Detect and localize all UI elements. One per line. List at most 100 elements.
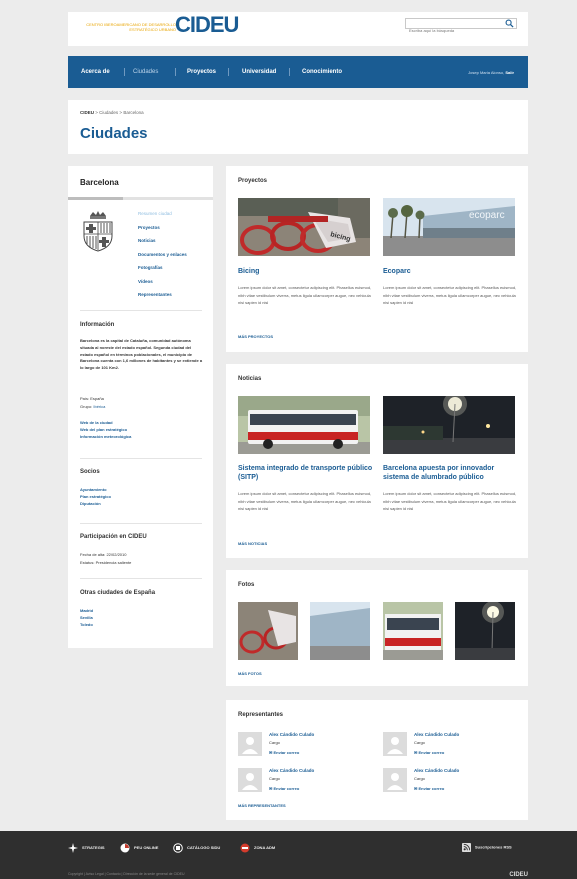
photo-thumb[interactable] [455,602,515,660]
send-email-link[interactable]: ✉ Enviar correo [269,750,299,755]
project-text: Lorem ipsum dolor sit amet, consectetur … [383,285,517,306]
rss-icon [462,843,471,852]
submenu-noticias[interactable]: Noticias [138,238,187,252]
news-text: Lorem ipsum dolor sit amet, consectetur … [383,491,517,512]
representative-name[interactable]: Alex Cándido Culado [414,732,459,737]
site-header: CENTRO IBEROAMERICANO DE DESARROLLO ESTR… [68,12,528,46]
socio-ayuntamiento[interactable]: Ayuntamiento [80,487,111,494]
divider [80,458,202,459]
nav-item-conocimiento[interactable]: Conocimiento [302,69,342,75]
avatar [383,732,407,756]
user-info: Josep Maria Alonso, Salir [468,70,514,75]
footer-link-label: CATÁLOGO SIDU [187,845,221,851]
ecoparc-photo[interactable]: ecoparc [383,198,515,256]
ecoparc-sign: ecoparc [469,210,505,221]
proyectos-section: Proyectos bicing ecoparc Bicing Ecoparc … [226,166,528,352]
catalog-icon [173,843,183,853]
send-email-label: Enviar correo [273,750,300,755]
link-web-plan[interactable]: Web del plan estratégico [80,427,131,434]
more-projects-link[interactable]: MÁS PROYECTOS [238,334,273,339]
submenu-documentos[interactable]: Documentos y enlaces [138,252,187,266]
participacion-heading: Participación en CIDEU [80,534,147,540]
nav-item-proyectos[interactable]: Proyectos [187,69,216,75]
socio-plan[interactable]: Plan estratégico [80,494,111,501]
socio-diputacion[interactable]: Diputación [80,501,111,508]
section-title: Proyectos [238,178,268,184]
breadcrumb-ciudades[interactable]: Ciudades [99,110,118,115]
project-text: Lorem ipsum dolor sit amet, consectetur … [238,285,372,306]
send-email-link[interactable]: ✉ Enviar correo [269,786,299,791]
city-link-toledo[interactable]: Toledo [80,622,93,629]
city-description: Barcelona es la capital de Cataluña, com… [80,338,203,371]
footer-link-strategis[interactable]: STRATEGIS [68,843,105,853]
avatar [383,768,407,792]
nav-divider [124,68,125,76]
rss-link[interactable]: Suscripciones RSS [462,843,512,852]
news-title-alumbrado[interactable]: Barcelona apuesta por innovador sistema … [383,464,518,482]
link-meteo[interactable]: Información meteorológica [80,434,131,441]
footer-link-zona-adm[interactable]: ZONA ADM [240,843,275,853]
submenu-resumen[interactable]: Resumen ciudad [138,211,187,225]
footer-link-catalogo[interactable]: CATÁLOGO SIDU [173,843,220,853]
divider [80,578,202,579]
user-icon [242,737,258,754]
logo[interactable]: CIDEU [175,12,239,38]
send-email-link[interactable]: ✉ Enviar correo [414,750,444,755]
nav-divider [175,68,176,76]
project-title-ecoparc[interactable]: Ecoparc [383,267,518,276]
city-link-madrid[interactable]: Madrid [80,608,93,615]
representative-role: Cargo [414,776,425,781]
bus-photo[interactable] [238,396,370,454]
bicycles-image: bicing [238,198,370,256]
representative-name[interactable]: Alex Cándido Culado [269,768,314,773]
footer-link-peu[interactable]: PEU ONLINE [120,843,158,853]
breadcrumb-root[interactable]: CIDEU [80,110,94,115]
send-email-label: Enviar correo [418,786,445,791]
socios-links: Ayuntamiento Plan estratégico Diputación [80,487,111,508]
avatar [238,732,262,756]
sidebar-tab-accent [68,197,123,200]
more-photos-link[interactable]: MÁS FOTOS [238,671,262,676]
photo-thumb[interactable] [238,602,298,660]
submenu-proyectos[interactable]: Proyectos [138,225,187,239]
breadcrumb-current: Barcelona [123,110,144,115]
submenu-videos[interactable]: Vídeos [138,279,187,293]
more-news-link[interactable]: MÁS NOTICIAS [238,541,267,546]
send-email-link[interactable]: ✉ Enviar correo [414,786,444,791]
representative-name[interactable]: Alex Cándido Culado [269,732,314,737]
logo-tagline[interactable]: CENTRO IBEROAMERICANO DE DESARROLLO ESTR… [80,22,176,32]
user-name: Josep Maria Alonso, [468,70,505,75]
news-title-sitp[interactable]: Sistema integrado de transporte público … [238,464,373,482]
ecoparc-building-image: ecoparc [383,198,515,256]
nav-item-ciudades[interactable]: Ciudades [133,69,158,75]
submenu-fotografias[interactable]: Fotografías [138,265,187,279]
fecha-alta: Fecha de alta: 22/02/2010 [80,552,127,557]
photo-thumb[interactable] [310,602,370,660]
representative-name[interactable]: Alex Cándido Culado [414,768,459,773]
submenu-representantes[interactable]: Representantes [138,292,187,306]
logout-link[interactable]: Salir [505,70,514,75]
country-value: España [90,396,104,401]
search-input[interactable] [406,26,496,35]
site-footer: STRATEGIS PEU ONLINE CATÁLOGO SIDU ZONA … [0,831,577,879]
nav-item-universidad[interactable]: Universidad [242,69,276,75]
city-link-sevilla[interactable]: Sevilla [80,615,93,622]
bicing-photo[interactable]: bicing [238,198,370,256]
photo-thumb[interactable] [383,602,443,660]
group-label: Grupo: [80,404,93,409]
nav-item-acerca[interactable]: Acerca de [81,69,110,75]
page-title: Ciudades [80,125,148,142]
link-web-ciudad[interactable]: Web de la ciudad [80,420,131,427]
streetlight-photo[interactable] [383,396,515,454]
search-icon[interactable] [505,19,514,28]
project-title-bicing[interactable]: Bicing [238,267,373,276]
street-lights-image [383,396,515,454]
footer-logo[interactable]: CIDEU [509,872,528,878]
footer-legal-links[interactable]: Copyright | Aviso Legal | Contacto | Dir… [68,872,184,876]
logo-tagline-line2: ESTRATÉGICO URBANO [129,27,176,32]
more-representatives-link[interactable]: MÁS REPRESENTANTES [238,803,286,808]
group-value[interactable]: Ibérica [93,404,105,409]
representantes-section: Representantes Alex Cándido Culado Cargo… [226,700,528,820]
sidebar-tab-bar [68,197,213,200]
country-label: País: [80,396,90,401]
